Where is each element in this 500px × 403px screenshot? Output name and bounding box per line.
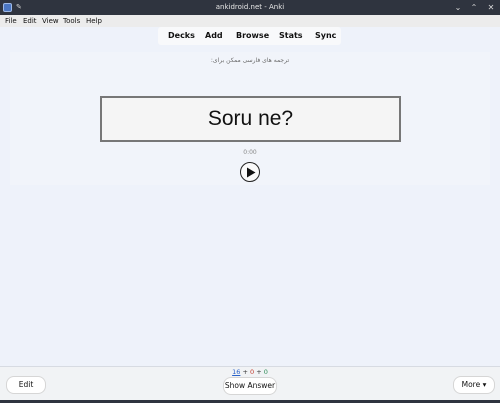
toolbar-sync[interactable]: Sync — [315, 27, 336, 45]
menu-help[interactable]: Help — [86, 15, 102, 27]
menu-file[interactable]: File — [5, 15, 17, 27]
play-button[interactable] — [240, 162, 260, 182]
play-icon — [247, 167, 256, 178]
minimize-button[interactable]: ⌄ — [453, 0, 463, 15]
menu-edit[interactable]: Edit — [23, 15, 37, 27]
bottom-divider — [0, 366, 500, 367]
anki-window: ✎ ankidroid.net - Anki ⌄ ⌃ ✕ File Edit V… — [0, 0, 500, 403]
show-answer-button[interactable]: Show Answer — [223, 377, 277, 395]
title-bar: ✎ ankidroid.net - Anki ⌄ ⌃ ✕ — [0, 0, 500, 15]
main-toolbar: Decks Add Browse Stats Sync — [158, 27, 341, 45]
question-box: Soru ne? — [100, 96, 401, 142]
more-button[interactable]: More ▾ — [453, 376, 495, 394]
card-area: ترجمه های فارسی ممکن برای: Soru ne? 0:00 — [10, 52, 490, 185]
toolbar-area: Decks Add Browse Stats Sync — [0, 27, 500, 48]
menu-tools[interactable]: Tools — [63, 15, 80, 27]
toolbar-decks[interactable]: Decks — [168, 27, 195, 45]
translation-hint: ترجمه های فارسی ممکن برای: — [210, 57, 290, 64]
toolbar-browse[interactable]: Browse — [236, 27, 269, 45]
count-new[interactable]: 16 — [232, 368, 240, 376]
menu-view[interactable]: View — [42, 15, 59, 27]
edit-button[interactable]: Edit — [6, 376, 46, 394]
count-separator: + — [256, 368, 262, 376]
window-title: ankidroid.net - Anki — [215, 3, 285, 11]
due-counts: 16 + 0 + 0 — [0, 368, 500, 376]
toolbar-add[interactable]: Add — [205, 27, 223, 45]
menu-bar: File Edit View Tools Help — [0, 15, 500, 27]
toolbar-stats[interactable]: Stats — [279, 27, 303, 45]
count-separator: + — [242, 368, 248, 376]
close-button[interactable]: ✕ — [486, 0, 496, 15]
audio-time: 0:00 — [243, 149, 257, 156]
maximize-button[interactable]: ⌃ — [469, 0, 479, 15]
count-review: 0 — [263, 368, 268, 376]
count-learn: 0 — [250, 368, 255, 376]
